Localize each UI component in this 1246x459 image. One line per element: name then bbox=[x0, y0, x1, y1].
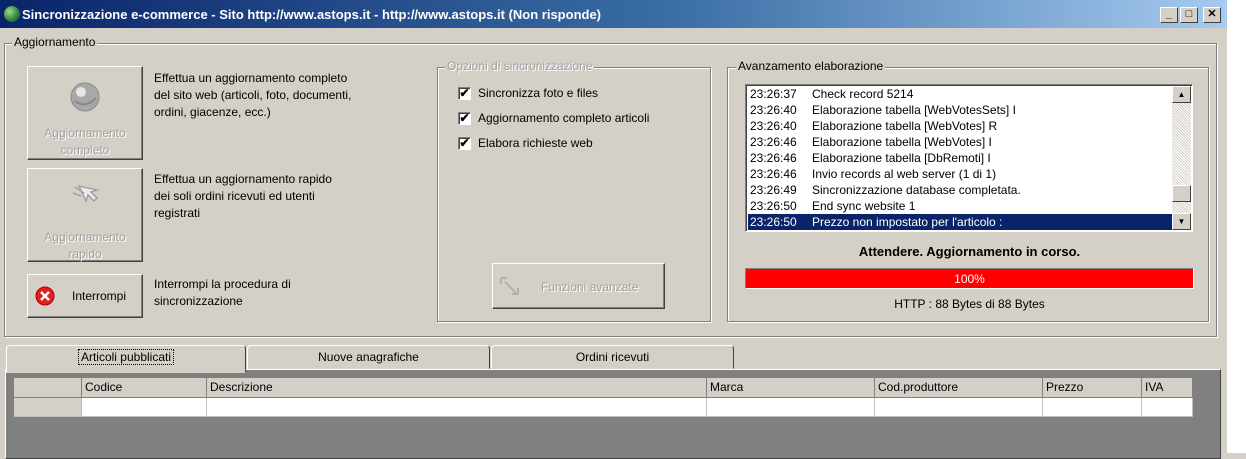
tab-nuove-anagrafiche[interactable]: Nuove anagrafiche bbox=[247, 345, 490, 369]
progress-label: 100% bbox=[954, 272, 985, 286]
grid-cell[interactable] bbox=[875, 398, 1043, 417]
globe-icon bbox=[70, 82, 100, 112]
advanced-icon bbox=[500, 277, 519, 295]
log-row[interactable]: 23:26:40 Elaborazione tabella [WebVotesS… bbox=[748, 102, 1176, 118]
stop-label: Interrompi bbox=[72, 289, 127, 303]
log-time: 23:26:40 bbox=[750, 119, 797, 133]
log-listbox[interactable]: 23:26:37 Check record 5214 23:26:40 Elab… bbox=[745, 84, 1193, 232]
full-update-desc-line: Effettua un aggiornamento completo bbox=[154, 71, 348, 85]
grid-cell[interactable] bbox=[1043, 398, 1142, 417]
log-row[interactable]: 23:26:46 Elaborazione tabella [DbRemoti]… bbox=[748, 150, 1176, 166]
quick-update-desc-line: dei soli ordini ricevuti ed utenti bbox=[154, 189, 315, 203]
log-row[interactable]: 23:26:37 Check record 5214 bbox=[748, 86, 1176, 102]
log-time: 23:26:50 bbox=[750, 199, 797, 213]
log-message: Prezzo non impostato per l'articolo : bbox=[812, 215, 1003, 229]
log-time: 23:26:37 bbox=[750, 87, 797, 101]
cursor-icon bbox=[72, 185, 100, 203]
log-message: Elaborazione tabella [WebVotesSets] I bbox=[812, 103, 1016, 117]
window-title: Sincronizzazione e-commerce - Sito http:… bbox=[22, 7, 602, 22]
full-update-desc-line: del sito web (articoli, foto, documenti, bbox=[154, 88, 352, 102]
checkbox-full-articles[interactable]: ✔ bbox=[458, 112, 471, 125]
grid-cell[interactable] bbox=[82, 398, 207, 417]
tab-label: Nuove anagrafiche bbox=[318, 350, 419, 364]
scroll-down-icon[interactable]: ▼ bbox=[1172, 213, 1191, 230]
log-row[interactable]: 23:26:49 Sincronizzazione database compl… bbox=[748, 182, 1176, 198]
log-row[interactable]: 23:26:40 Elaborazione tabella [WebVotes]… bbox=[748, 118, 1176, 134]
checkbox-web-requests-label: Elabora richieste web bbox=[478, 136, 593, 150]
log-time: 23:26:49 bbox=[750, 183, 797, 197]
status-message: Attendere. Aggiornamento in corso. bbox=[858, 244, 1081, 259]
aggiornamento-legend: Aggiornamento bbox=[12, 35, 98, 49]
log-time: 23:26:46 bbox=[750, 135, 797, 149]
http-status: HTTP : 88 Bytes di 88 Bytes bbox=[894, 297, 1045, 311]
log-row[interactable]: 23:26:50 End sync website 1 bbox=[748, 198, 1176, 214]
progress-bar: 100% bbox=[745, 268, 1194, 289]
grid-header-codice[interactable]: Codice bbox=[82, 378, 207, 398]
checkbox-sync-photos-label: Sincronizza foto e files bbox=[478, 86, 599, 100]
grid-row-indicator[interactable] bbox=[14, 398, 82, 417]
log-row-selected[interactable]: 23:26:50 Prezzo non impostato per l'arti… bbox=[748, 214, 1176, 230]
options-legend: Opzioni di sincronizzazione bbox=[445, 59, 595, 73]
grid-header-marca[interactable]: Marca bbox=[707, 378, 875, 398]
grid-cell[interactable] bbox=[1142, 398, 1193, 417]
full-update-button[interactable]: Aggiornamento completo bbox=[27, 66, 143, 160]
stop-button[interactable]: Interrompi bbox=[27, 274, 143, 318]
grid-header-descrizione[interactable]: Descrizione bbox=[207, 378, 707, 398]
quick-update-button[interactable]: Aggiornamento rapido bbox=[27, 168, 143, 262]
stop-icon bbox=[35, 286, 55, 306]
tab-label: Ordini ricevuti bbox=[575, 350, 650, 364]
advanced-functions-button[interactable]: Funzioni avanzate bbox=[492, 263, 665, 309]
grid-header-row-indicator bbox=[14, 378, 82, 398]
full-update-desc-line: ordini, giacenze, ecc.) bbox=[154, 105, 271, 119]
log-message: Check record 5214 bbox=[812, 87, 914, 101]
checkbox-sync-photos[interactable]: ✔ bbox=[458, 87, 471, 100]
log-message: End sync website 1 bbox=[812, 199, 916, 213]
advanced-functions-label: Funzioni avanzate bbox=[541, 280, 639, 294]
quick-update-desc-line: registrati bbox=[154, 206, 201, 220]
log-row[interactable]: 23:26:46 Invio records al web server (1 … bbox=[748, 166, 1176, 182]
grid-cell[interactable] bbox=[207, 398, 707, 417]
checkbox-full-articles-label: Aggiornamento completo articoli bbox=[478, 111, 650, 125]
log-scrollbar[interactable]: ▲ ▼ bbox=[1172, 86, 1191, 230]
articles-grid[interactable]: Codice Descrizione Marca Cod.produttore … bbox=[14, 378, 1193, 418]
log-time: 23:26:50 bbox=[750, 215, 797, 229]
grid-header-cod-produttore[interactable]: Cod.produttore bbox=[875, 378, 1043, 398]
close-button[interactable]: ✕ bbox=[1203, 7, 1221, 23]
log-message: Invio records al web server (1 di 1) bbox=[812, 167, 997, 181]
quick-update-label-1: Aggiornamento bbox=[44, 230, 126, 244]
full-update-label-2: completo bbox=[60, 143, 110, 157]
background-strip bbox=[1227, 0, 1246, 453]
quick-update-desc-line: Effettua un aggiornamento rapido bbox=[154, 172, 332, 186]
stop-desc-line: sincronizzazione bbox=[154, 294, 243, 308]
grid-header-prezzo[interactable]: Prezzo bbox=[1043, 378, 1142, 398]
log-message: Elaborazione tabella [DbRemoti] I bbox=[812, 151, 991, 165]
log-message: Elaborazione tabella [WebVotes] I bbox=[812, 135, 992, 149]
stop-description: Interrompi la procedura di sincronizzazi… bbox=[154, 276, 291, 310]
maximize-button[interactable]: □ bbox=[1180, 7, 1198, 23]
log-message: Elaborazione tabella [WebVotes] R bbox=[812, 119, 998, 133]
minimize-button[interactable]: _ bbox=[1160, 7, 1178, 23]
scroll-up-icon[interactable]: ▲ bbox=[1172, 86, 1191, 103]
quick-update-description: Effettua un aggiornamento rapido dei sol… bbox=[154, 171, 332, 222]
stop-desc-line: Interrompi la procedura di bbox=[154, 277, 291, 291]
scrollbar-thumb[interactable] bbox=[1172, 185, 1191, 202]
checkbox-web-requests[interactable]: ✔ bbox=[458, 137, 471, 150]
grid-cell[interactable] bbox=[707, 398, 875, 417]
full-update-label-1: Aggiornamento bbox=[44, 126, 126, 140]
full-update-description: Effettua un aggiornamento completo del s… bbox=[154, 70, 351, 121]
app-icon bbox=[4, 6, 20, 22]
tab-articoli-pubblicati[interactable]: Articoli pubblicati bbox=[6, 345, 246, 373]
tab-label: Articoli pubblicati bbox=[77, 349, 175, 365]
log-message: Sincronizzazione database completata. bbox=[812, 183, 1021, 197]
log-time: 23:26:46 bbox=[750, 151, 797, 165]
tab-ordini-ricevuti[interactable]: Ordini ricevuti bbox=[491, 345, 734, 369]
log-row[interactable]: 23:26:46 Elaborazione tabella [WebVotes]… bbox=[748, 134, 1176, 150]
log-time: 23:26:40 bbox=[750, 103, 797, 117]
grid-header-iva[interactable]: IVA bbox=[1142, 378, 1193, 398]
progress-legend: Avanzamento elaborazione bbox=[736, 59, 886, 73]
quick-update-label-2: rapido bbox=[68, 247, 102, 261]
title-bar[interactable]: Sincronizzazione e-commerce - Sito http:… bbox=[0, 0, 1227, 28]
log-time: 23:26:46 bbox=[750, 167, 797, 181]
